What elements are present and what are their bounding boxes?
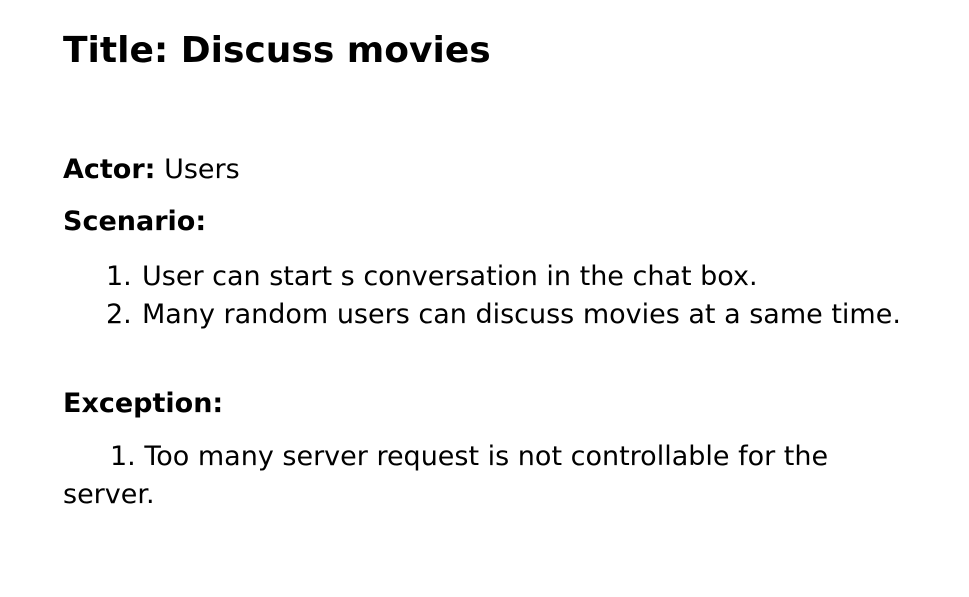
- list-item: 2. Many random users can discuss movies …: [63, 296, 943, 334]
- page-title: Title: Discuss movies: [63, 30, 491, 71]
- exception-text: 1. Too many server request is not contro…: [63, 441, 829, 510]
- scenario-list: 1. User can start s conversation in the …: [63, 258, 943, 333]
- actor-line: Actor: Users: [63, 153, 240, 187]
- list-item: 1. User can start s conversation in the …: [63, 258, 943, 296]
- list-item-number: 1.: [106, 261, 132, 292]
- list-item-text: User can start s conversation in the cha…: [142, 261, 758, 292]
- exception-heading: Exception:: [63, 388, 224, 419]
- actor-label: Actor:: [63, 154, 156, 185]
- scenario-heading: Scenario:: [63, 206, 207, 237]
- list-item-text: Many random users can discuss movies at …: [142, 298, 901, 330]
- list-item-number: 2.: [106, 298, 132, 330]
- actor-value: Users: [155, 154, 240, 185]
